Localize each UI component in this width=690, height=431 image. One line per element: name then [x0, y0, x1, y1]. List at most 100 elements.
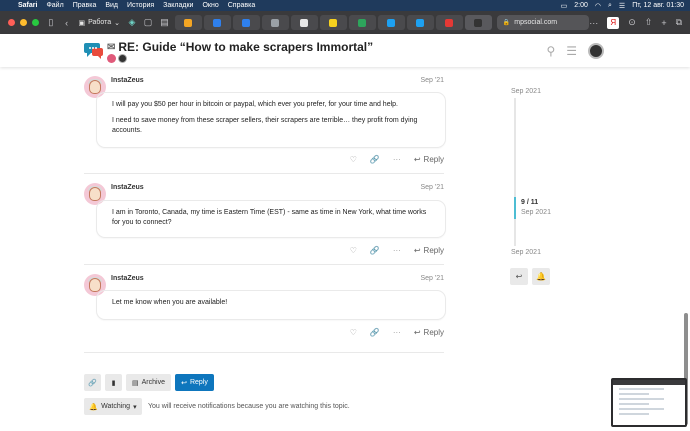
site-logo-icon[interactable]	[84, 40, 104, 60]
timeline-start-date[interactable]: Sep 2021	[511, 88, 541, 95]
reply-button[interactable]: ↩ Reply	[414, 155, 444, 164]
tab-favicon-icon	[474, 18, 483, 27]
reply-button[interactable]: ↩ Reply	[414, 246, 444, 255]
post-username[interactable]: InstaZeus	[111, 184, 144, 191]
post-username[interactable]: InstaZeus	[111, 77, 144, 84]
pinned-tab[interactable]	[232, 15, 260, 30]
menu-item-help[interactable]: Справка	[228, 2, 255, 9]
post-username[interactable]: InstaZeus	[111, 275, 144, 282]
search-icon[interactable]: ⚲	[546, 44, 555, 58]
yandex-extension-icon[interactable]: Я	[607, 16, 620, 29]
archive-button[interactable]: ▤ Archive	[126, 374, 171, 391]
tab-favicon-icon	[213, 18, 222, 27]
pinned-tab[interactable]	[406, 15, 434, 30]
menu-item-window[interactable]: Окно	[202, 2, 218, 9]
reply-icon: ↩	[181, 379, 187, 387]
address-bar[interactable]: 🔒 mpsocial.com	[496, 15, 590, 30]
post-body: I am in Toronto, Canada, my time is East…	[96, 200, 446, 238]
like-icon[interactable]: ♡	[350, 246, 357, 255]
menu-clock[interactable]: Пт, 12 авг. 01:30	[632, 2, 684, 9]
pinned-tab[interactable]	[464, 15, 492, 30]
control-center-icon[interactable]: ☰	[619, 2, 625, 10]
menu-item-history[interactable]: История	[127, 2, 154, 9]
share-link-button[interactable]: 🔗	[84, 374, 101, 391]
participant-avatar[interactable]	[118, 54, 127, 63]
like-icon[interactable]: ♡	[350, 155, 357, 164]
post-date[interactable]: Sep '21	[420, 77, 444, 84]
more-icon[interactable]: ···	[589, 18, 598, 28]
link-icon[interactable]: 🔗	[370, 246, 380, 255]
post-paragraph: I need to save money from these scraper …	[112, 117, 418, 134]
topic-title[interactable]: ✉ RE: Guide “How to make scrapers Immort…	[107, 40, 373, 54]
link-icon[interactable]: 🔗	[370, 155, 380, 164]
more-actions-icon[interactable]: ···	[393, 155, 401, 164]
user-avatar[interactable]	[588, 43, 604, 59]
timeline-track[interactable]	[514, 98, 516, 246]
pinned-tab[interactable]	[319, 15, 347, 30]
zoom-window-button[interactable]	[32, 19, 39, 26]
pinned-tab[interactable]	[290, 15, 318, 30]
wifi-icon[interactable]: ◠	[595, 2, 601, 10]
bell-icon: 🔔	[536, 272, 546, 281]
pinned-tab[interactable]	[377, 15, 405, 30]
timeline-notification-button[interactable]: 🔔	[532, 268, 550, 285]
menu-item-edit[interactable]: Правка	[73, 2, 97, 9]
tab-overview-icon[interactable]: ⧉	[676, 17, 682, 28]
pinned-tab[interactable]	[435, 15, 463, 30]
chevron-down-icon: ⌄	[114, 19, 121, 27]
tab-favicon-icon	[184, 18, 193, 27]
bookmark-button[interactable]: ▮	[105, 374, 122, 391]
battery-icon[interactable]: ▭	[561, 2, 568, 10]
pinned-tab[interactable]	[348, 15, 376, 30]
reader-icon[interactable]: ▢	[144, 17, 153, 28]
toolbar-right-actions: ··· Я ⊙ ⇧ + ⧉	[589, 16, 682, 29]
post-date[interactable]: Sep '21	[420, 184, 444, 191]
reply-icon: ↩	[413, 246, 421, 255]
minimize-window-button[interactable]	[20, 19, 27, 26]
post-paragraph: Let me know when you are available!	[112, 299, 228, 306]
like-icon[interactable]: ♡	[350, 328, 357, 337]
close-window-button[interactable]	[8, 19, 15, 26]
tab-group-label: Работа	[88, 19, 112, 26]
menu-item-file[interactable]: Файл	[46, 2, 63, 9]
screenshot-thumbnail[interactable]	[611, 378, 687, 427]
new-tab-icon[interactable]: +	[661, 18, 666, 28]
more-actions-icon[interactable]: ···	[393, 246, 401, 255]
reply-button-primary[interactable]: ↩ Reply	[175, 374, 214, 391]
bookmark-ext-icon[interactable]: ▤	[160, 17, 169, 28]
topic-participants	[107, 54, 127, 63]
post-paragraph: I am in Toronto, Canada, my time is East…	[112, 209, 427, 226]
share-icon[interactable]: ⇧	[645, 17, 653, 28]
pinned-tab[interactable]	[174, 15, 202, 30]
hamburger-menu-icon[interactable]: ☰	[566, 44, 577, 58]
download-icon[interactable]: ⊙	[628, 17, 636, 28]
tab-favicon-icon	[300, 18, 309, 27]
timeline-end-date[interactable]: Sep 2021	[511, 249, 541, 256]
participant-avatar[interactable]	[107, 54, 116, 63]
more-actions-icon[interactable]: ···	[393, 328, 401, 337]
menu-app-name[interactable]: Safari	[18, 2, 37, 9]
shield-icon[interactable]: ◈	[128, 17, 136, 28]
reply-icon: ↩	[515, 272, 523, 281]
window-controls	[8, 19, 39, 26]
back-chevron-icon[interactable]: ‹	[63, 18, 71, 28]
link-icon[interactable]: 🔗	[370, 328, 380, 337]
address-bar-url: mpsocial.com	[514, 19, 558, 26]
reply-button[interactable]: ↩ Reply	[414, 328, 444, 337]
timeline-position: 9 / 11	[521, 199, 539, 206]
post-actions: ♡ 🔗 ··· ↩ Reply	[350, 328, 444, 337]
pinned-tab[interactable]	[261, 15, 289, 30]
sidebar-toggle-icon[interactable]: ▯	[47, 17, 55, 28]
timeline-reply-button[interactable]: ↩	[510, 268, 528, 285]
notification-level-button[interactable]: 🔔 Watching ▾	[84, 398, 142, 415]
tab-group-selector[interactable]: ▣ Работа ⌄	[78, 19, 120, 27]
tab-group-icon: ▣	[78, 19, 86, 27]
spotlight-icon[interactable]: ⌕	[608, 2, 612, 10]
menu-item-view[interactable]: Вид	[105, 2, 118, 9]
site-header: ✉ RE: Guide “How to make scrapers Immort…	[0, 34, 690, 67]
timeline-handle[interactable]	[514, 197, 516, 219]
pinned-tab[interactable]	[203, 15, 231, 30]
menu-item-bookmarks[interactable]: Закладки	[163, 2, 193, 9]
post-date[interactable]: Sep '21	[420, 275, 444, 282]
macos-menu-bar: Safari Файл Правка Вид История Закладки …	[0, 0, 690, 11]
